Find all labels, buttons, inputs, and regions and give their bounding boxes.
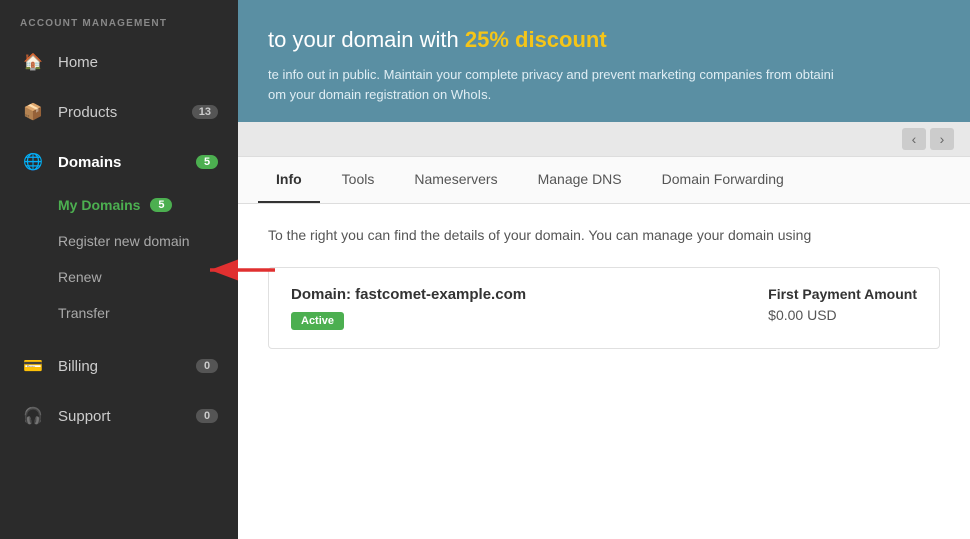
discount-banner: to your domain with 25% discount te info… <box>238 0 970 122</box>
billing-badge: 0 <box>196 359 218 373</box>
support-badge: 0 <box>196 409 218 423</box>
support-icon: 🎧 <box>20 403 46 429</box>
tab-info[interactable]: Info <box>258 157 320 203</box>
domain-info-left: Domain: fastcomet-example.com Active <box>291 286 526 330</box>
submenu-label: My Domains <box>58 197 140 213</box>
content-description: To the right you can find the details of… <box>268 224 940 246</box>
submenu-label: Transfer <box>58 305 110 321</box>
sidebar-item-products[interactable]: 📦 Products 13 <box>0 87 238 137</box>
tab-tools[interactable]: Tools <box>324 157 393 203</box>
domain-status-badge: Active <box>291 312 344 330</box>
banner-title-start: to your domain with <box>268 27 465 52</box>
submenu-label: Register new domain <box>58 233 190 249</box>
sidebar-item-label: Home <box>58 54 98 71</box>
expand-button[interactable]: › <box>930 128 954 150</box>
submenu-label: Renew <box>58 269 102 285</box>
sidebar-item-home[interactable]: 🏠 Home <box>0 37 238 87</box>
sidebar-item-billing[interactable]: 💳 Billing 0 <box>0 341 238 391</box>
sidebar-item-label: Products <box>58 104 117 121</box>
sidebar-item-label: Billing <box>58 358 98 375</box>
domain-payment-info: First Payment Amount $0.00 USD <box>768 286 917 323</box>
sidebar-item-label: Support <box>58 408 111 425</box>
content-area: To the right you can find the details of… <box>238 204 970 539</box>
submenu-item-transfer[interactable]: Transfer <box>0 295 238 331</box>
domain-card: Domain: fastcomet-example.com Active Fir… <box>268 267 940 349</box>
home-icon: 🏠 <box>20 49 46 75</box>
collapse-button[interactable]: ‹ <box>902 128 926 150</box>
domain-value: fastcomet-example.com <box>355 286 526 303</box>
main-content: to your domain with 25% discount te info… <box>238 0 970 539</box>
domains-icon: 🌐 <box>20 149 46 175</box>
my-domains-badge: 5 <box>150 198 172 212</box>
submenu-item-register[interactable]: Register new domain <box>0 223 238 259</box>
payment-label: First Payment Amount <box>768 286 917 302</box>
billing-icon: 💳 <box>20 353 46 379</box>
products-icon: 📦 <box>20 99 46 125</box>
toggle-area: ‹ › <box>238 122 970 157</box>
payment-amount: $0.00 USD <box>768 307 917 323</box>
sidebar-item-label: Domains <box>58 154 121 171</box>
submenu-item-renew[interactable]: Renew <box>0 259 238 295</box>
domain-label: Domain: <box>291 286 355 303</box>
sidebar: ACCOUNT MANAGEMENT 🏠 Home 📦 Products 13 … <box>0 0 238 539</box>
tabs-bar: Info Tools Nameservers Manage DNS Domain… <box>238 157 970 204</box>
sidebar-item-domains[interactable]: 🌐 Domains 5 <box>0 137 238 187</box>
submenu-item-my-domains[interactable]: My Domains 5 <box>0 187 238 223</box>
sidebar-item-support[interactable]: 🎧 Support 0 <box>0 391 238 441</box>
banner-title: to your domain with 25% discount <box>268 22 940 57</box>
banner-text-line1: te info out in public. Maintain your com… <box>268 65 940 104</box>
domains-badge: 5 <box>196 155 218 169</box>
section-label: ACCOUNT MANAGEMENT <box>0 0 238 37</box>
tab-manage-dns[interactable]: Manage DNS <box>520 157 640 203</box>
tab-domain-forwarding[interactable]: Domain Forwarding <box>644 157 802 203</box>
tab-nameservers[interactable]: Nameservers <box>396 157 515 203</box>
discount-text: 25% discount <box>465 27 607 52</box>
products-badge: 13 <box>192 105 218 119</box>
domain-name: Domain: fastcomet-example.com <box>291 286 526 303</box>
